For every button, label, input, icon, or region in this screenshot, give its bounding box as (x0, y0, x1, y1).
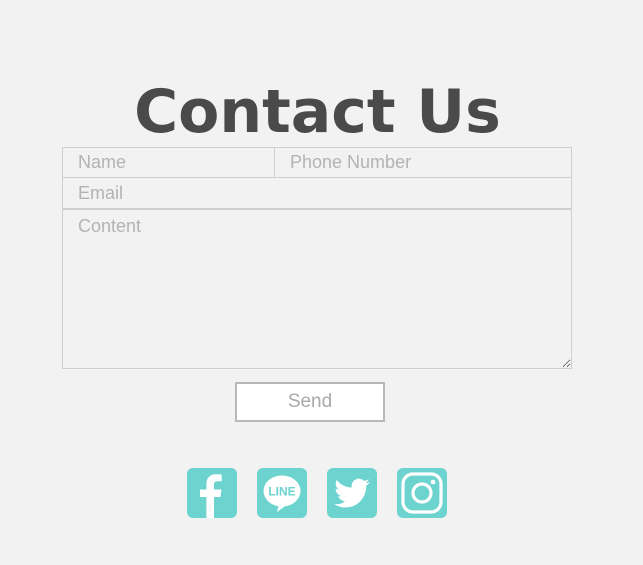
phone-number-input[interactable] (275, 147, 572, 178)
contact-form (62, 147, 572, 369)
line-icon: LINE (263, 475, 301, 512)
line-icon-label: LINE (268, 485, 295, 499)
send-button[interactable]: Send (235, 382, 385, 422)
instagram-icon (401, 472, 443, 514)
name-phone-row (62, 147, 572, 178)
facebook-icon (200, 474, 222, 518)
page-title: Contact Us (134, 77, 501, 148)
content-textarea[interactable] (62, 209, 572, 369)
name-input[interactable] (62, 147, 275, 178)
social-links: LINE (187, 468, 447, 518)
facebook-button[interactable] (187, 468, 237, 518)
line-button[interactable]: LINE (257, 468, 307, 518)
instagram-button[interactable] (397, 468, 447, 518)
twitter-button[interactable] (327, 468, 377, 518)
email-input[interactable] (62, 178, 572, 209)
twitter-icon (334, 478, 370, 508)
